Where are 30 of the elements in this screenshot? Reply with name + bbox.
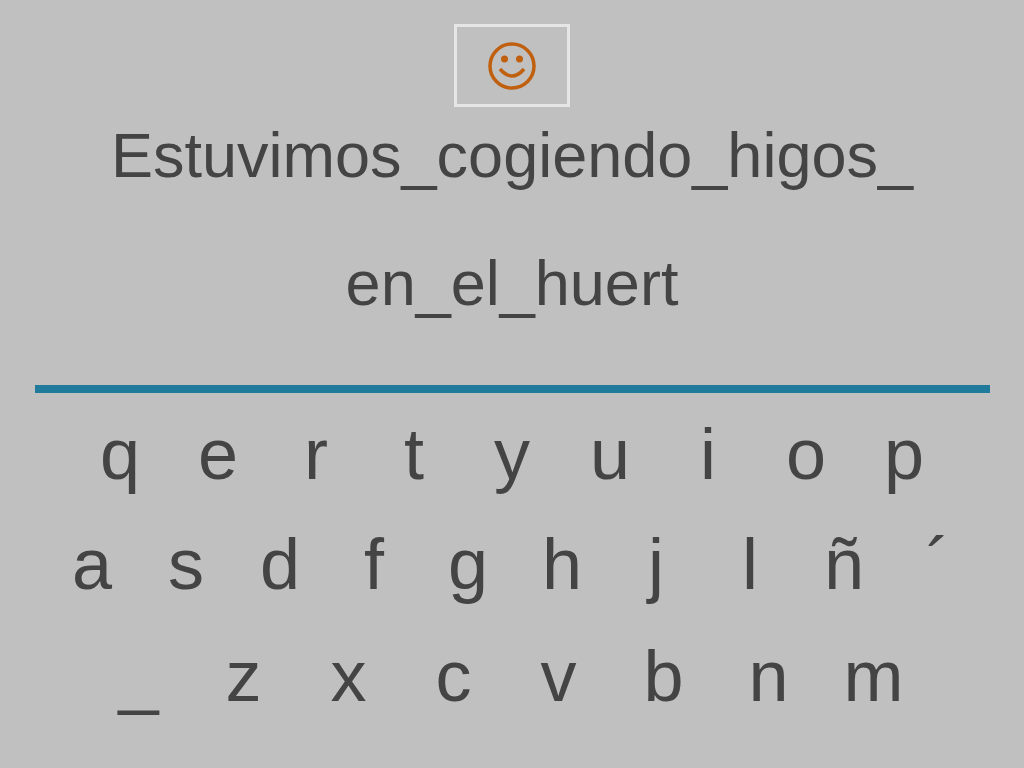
letter-key[interactable]: ´ <box>891 523 985 605</box>
letter-key[interactable]: n <box>716 635 821 717</box>
letter-key[interactable]: m <box>821 635 926 717</box>
letter-key[interactable]: j <box>609 523 703 605</box>
letter-key[interactable]: z <box>191 635 296 717</box>
letter-key[interactable]: b <box>611 635 716 717</box>
letter-key[interactable]: i <box>659 413 757 495</box>
letter-key[interactable]: d <box>233 523 327 605</box>
letter-key[interactable]: v <box>506 635 611 717</box>
letter-key[interactable]: s <box>139 523 233 605</box>
sentence-text: Estuvimos_cogiendo_higos_ <box>111 121 913 189</box>
letter-key[interactable]: p <box>855 413 953 495</box>
letter-key[interactable]: x <box>296 635 401 717</box>
smiley-icon <box>487 40 537 91</box>
sentence-text: en_el_huert <box>345 249 679 317</box>
letter-key[interactable]: _ <box>86 635 191 717</box>
letter-key[interactable]: q <box>71 413 169 495</box>
letter-key[interactable]: f <box>327 523 421 605</box>
letter-key[interactable]: l <box>703 523 797 605</box>
letter-key[interactable]: c <box>401 635 506 717</box>
letter-key[interactable]: r <box>267 413 365 495</box>
letter-key[interactable]: a <box>45 523 139 605</box>
letter-key[interactable]: ñ <box>797 523 891 605</box>
letter-key[interactable]: h <box>515 523 609 605</box>
letter-key[interactable]: g <box>421 523 515 605</box>
letter-key[interactable]: t <box>365 413 463 495</box>
letter-key[interactable]: o <box>757 413 855 495</box>
letter-key[interactable]: e <box>169 413 267 495</box>
letter-key[interactable]: y <box>463 413 561 495</box>
letter-key[interactable]: u <box>561 413 659 495</box>
